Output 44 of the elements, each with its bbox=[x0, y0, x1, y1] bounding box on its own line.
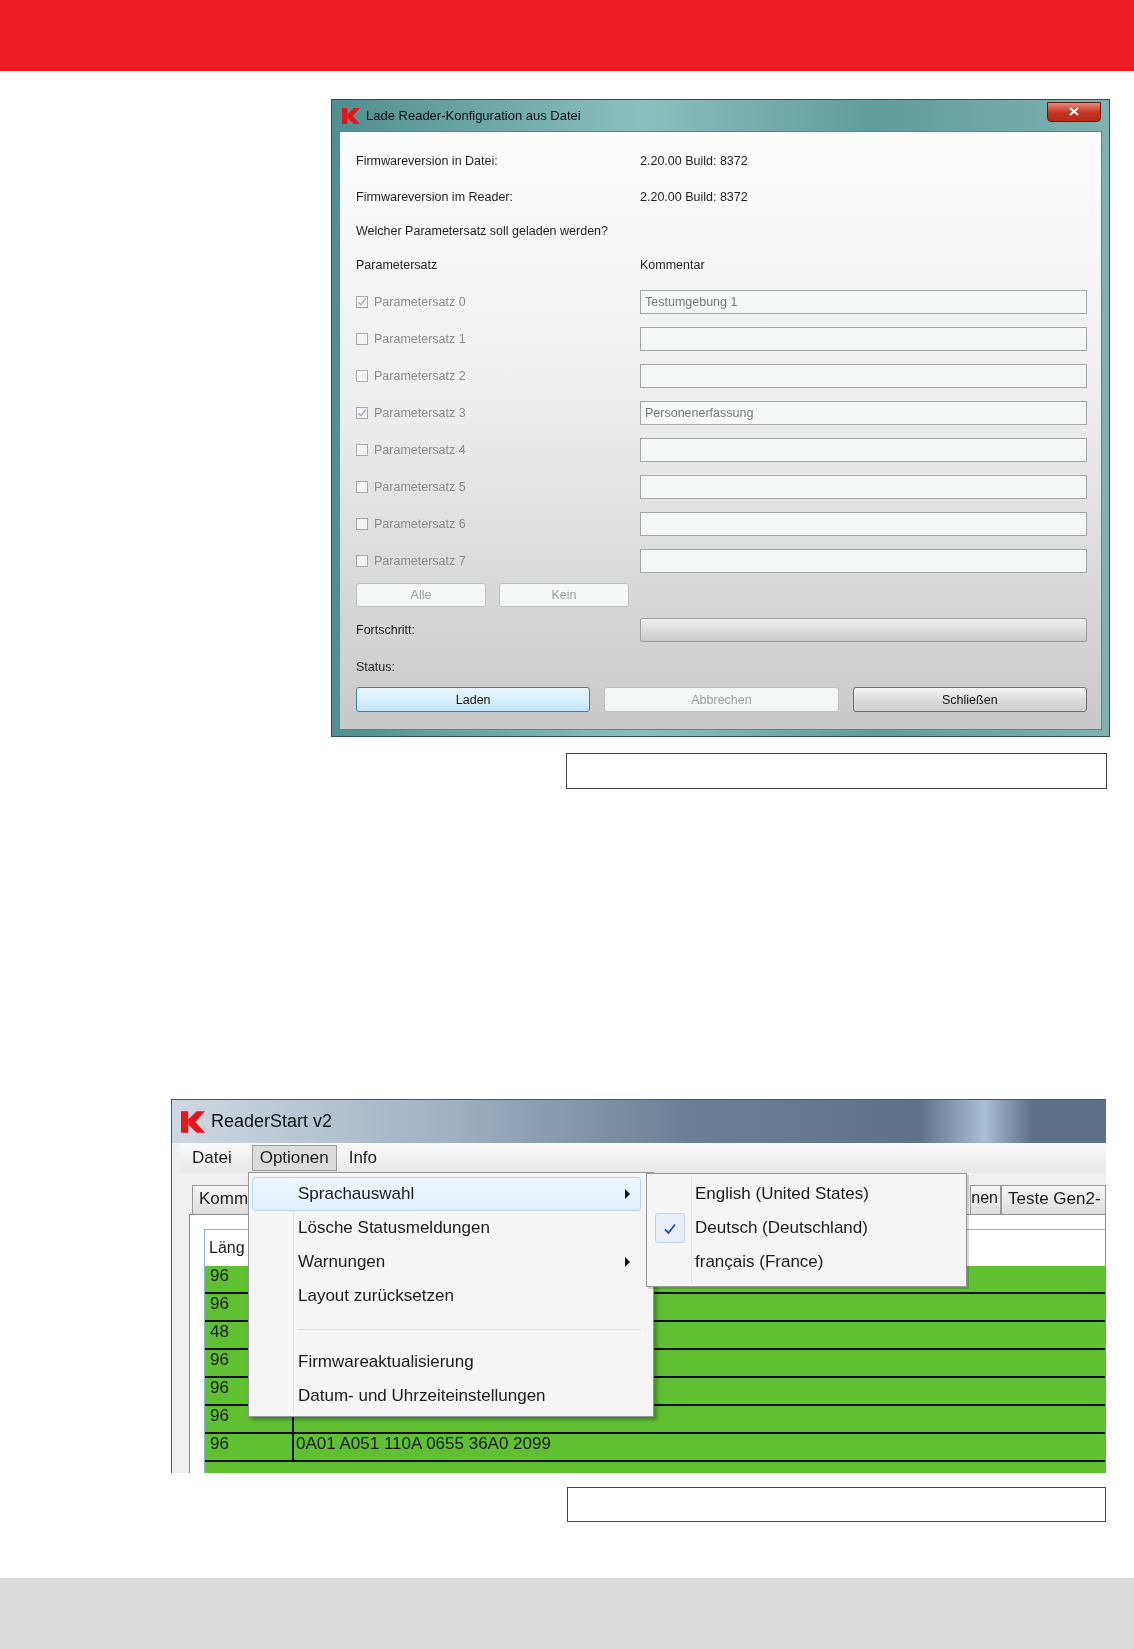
table-row[interactable]: 96 0A01 A051 110A 0655 36A0 2099 bbox=[205, 1434, 1105, 1462]
submenu-arrow-icon bbox=[625, 1189, 630, 1199]
comment-field[interactable] bbox=[640, 437, 1087, 462]
checkbox-label: Parametersatz 3 bbox=[374, 405, 466, 420]
tab[interactable]: Teste Gen2- bbox=[1001, 1185, 1106, 1214]
column-header: Kommentar bbox=[640, 258, 705, 272]
status-label: Status: bbox=[356, 660, 395, 674]
menu-item[interactable]: Optionen bbox=[251, 1145, 337, 1171]
comment-field[interactable] bbox=[640, 326, 1087, 351]
logo-icon bbox=[342, 107, 360, 124]
field-label: Firmwareversion im Reader: bbox=[356, 190, 513, 204]
field-label: Firmwareversion in Datei: bbox=[356, 154, 498, 168]
question-text: Welcher Parametersatz soll geladen werden? bbox=[356, 224, 608, 238]
checkbox-label: Parametersatz 7 bbox=[374, 553, 466, 568]
table-cell-text: 0A01 A051 110A 0655 36A0 2099 bbox=[295, 1434, 551, 1455]
checkmark-icon bbox=[663, 1221, 677, 1235]
version-value: 2.20.00 Build: 8372 bbox=[640, 154, 748, 168]
logo-icon bbox=[181, 1110, 205, 1133]
checkbox-label: Parametersatz 5 bbox=[374, 479, 466, 494]
checkbox-label: Parametersatz 6 bbox=[374, 516, 466, 531]
window-title: ReaderStart v2 bbox=[211, 1111, 333, 1132]
menu-item[interactable]: Sprachauswahl bbox=[252, 1177, 641, 1211]
comment-field[interactable] bbox=[640, 548, 1087, 573]
menu-item[interactable]: Datei bbox=[180, 1145, 244, 1171]
version-value: 2.20.00 Build: 8372 bbox=[640, 190, 748, 204]
checkbox-label: Parametersatz 2 bbox=[374, 368, 466, 383]
progress-label: Fortschritt: bbox=[356, 623, 416, 637]
checkbox-label: Parametersatz 1 bbox=[374, 331, 466, 346]
tab[interactable]: nen bbox=[970, 1185, 1001, 1214]
comment-field[interactable] bbox=[640, 511, 1087, 536]
menu-item[interactable]: English (United States) bbox=[650, 1177, 964, 1211]
checkbox-label: Parametersatz 4 bbox=[374, 442, 466, 457]
comment-field[interactable] bbox=[640, 363, 1087, 388]
dialog-button[interactable]: Laden bbox=[356, 687, 591, 712]
submenu-arrow-icon bbox=[625, 1257, 630, 1267]
dialog-button[interactable]: Schließen bbox=[852, 687, 1087, 712]
close-icon bbox=[1069, 107, 1079, 116]
checkbox-label: Parametersatz 0 bbox=[374, 294, 466, 309]
window-title: Lade Reader-Konfiguration aus Datei bbox=[366, 108, 582, 123]
menu-item[interactable]: Info bbox=[336, 1145, 390, 1171]
close-button[interactable] bbox=[1047, 101, 1101, 122]
comment-field[interactable] bbox=[640, 474, 1087, 499]
column-header: Parametersatz bbox=[356, 258, 438, 272]
table-cell: 96 bbox=[205, 1434, 294, 1460]
